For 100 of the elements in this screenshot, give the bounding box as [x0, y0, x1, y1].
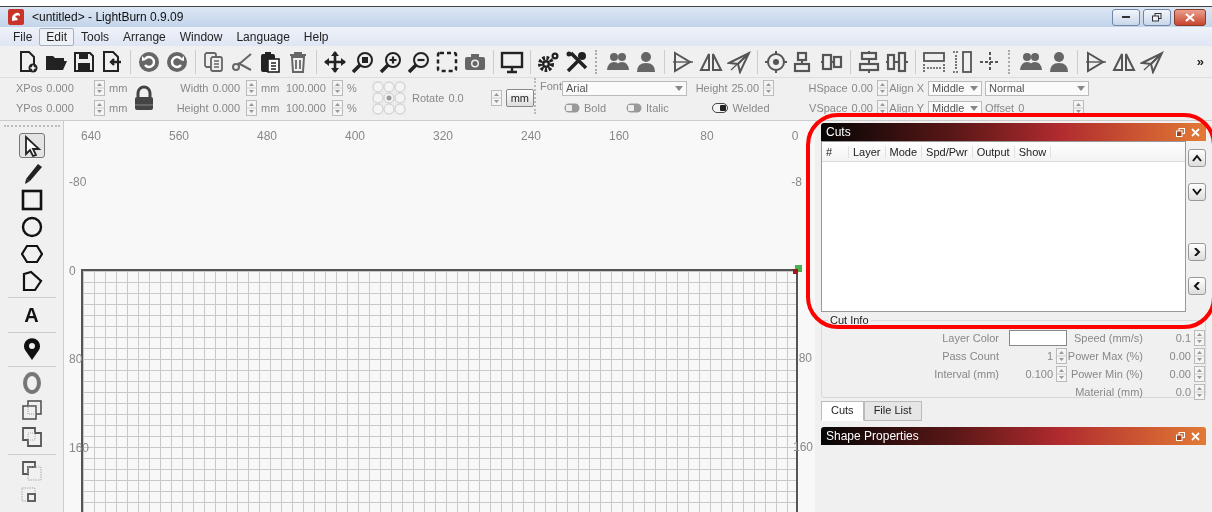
- text-tool[interactable]: A: [18, 302, 45, 328]
- spin-buttons[interactable]: [1056, 366, 1067, 382]
- float-icon[interactable]: [1176, 431, 1185, 441]
- down-chevron-icon: [1192, 188, 1202, 196]
- unit-button[interactable]: mm: [505, 89, 534, 107]
- close-icon[interactable]: [1191, 127, 1200, 137]
- panel-tab[interactable]: Cuts: [821, 401, 864, 421]
- flip-icon[interactable]: [1084, 49, 1108, 74]
- column-header[interactable]: Show: [1014, 145, 1052, 158]
- spin-buttons[interactable]: [490, 90, 502, 106]
- column-header[interactable]: #: [822, 145, 849, 158]
- toggle-switch[interactable]: [712, 103, 729, 113]
- distribute-horizontal-icon[interactable]: [922, 49, 946, 74]
- close-icon[interactable]: [1191, 431, 1200, 441]
- spin-buttons[interactable]: [877, 80, 888, 96]
- spin-buttons[interactable]: [1194, 330, 1205, 346]
- column-header[interactable]: Output: [972, 145, 1015, 158]
- move-down-button[interactable]: [1188, 183, 1206, 201]
- copy-icon[interactable]: [202, 49, 226, 74]
- float-icon[interactable]: [1176, 127, 1185, 137]
- spin-buttons[interactable]: [1194, 366, 1205, 382]
- left-button[interactable]: [1188, 277, 1206, 295]
- zoom-icon[interactable]: [351, 49, 375, 74]
- right-chevron-icon: [1192, 248, 1202, 256]
- hspace-label: HSpace: [808, 82, 848, 94]
- restore-button[interactable]: [1143, 8, 1171, 26]
- field-label: Material (mm): [1074, 386, 1144, 398]
- spin-buttons[interactable]: [1056, 348, 1067, 364]
- panel-tab[interactable]: File List: [863, 401, 922, 421]
- right-button[interactable]: [1188, 243, 1206, 261]
- toggle-switch[interactable]: [564, 103, 580, 113]
- align-columns-icon[interactable]: [885, 49, 909, 74]
- field-label: Interval (mm): [933, 368, 1000, 380]
- lock-icon[interactable]: [134, 85, 154, 111]
- undo-icon[interactable]: [137, 49, 161, 74]
- tools-icon[interactable]: [565, 49, 589, 74]
- menu-item[interactable]: Tools: [74, 27, 117, 46]
- spin-buttons[interactable]: [877, 100, 888, 116]
- menu-item[interactable]: Arrange: [116, 27, 173, 46]
- font-label: Font: [540, 80, 562, 92]
- ruler-label: 0: [69, 263, 76, 278]
- menu-item[interactable]: Edit: [39, 27, 75, 46]
- dashed-square-icon[interactable]: [435, 49, 459, 74]
- move-icon[interactable]: [323, 49, 347, 74]
- save-icon[interactable]: [72, 49, 96, 74]
- union-squares-icon: [20, 426, 43, 449]
- font-dropdown[interactable]: Arial: [562, 80, 687, 96]
- color-swatch[interactable]: [1009, 330, 1067, 346]
- shape-properties-header: Shape Properties: [821, 427, 1206, 445]
- zoom-in-icon[interactable]: [379, 49, 403, 74]
- toggle-switch[interactable]: [626, 103, 643, 113]
- align-dropdown[interactable]: Middle: [928, 80, 982, 96]
- column-header[interactable]: Layer: [849, 145, 886, 158]
- field-label: Speed (mm/s): [1072, 332, 1144, 344]
- paper-plane-icon[interactable]: [1140, 49, 1164, 74]
- zoom-out-icon[interactable]: [407, 49, 431, 74]
- align-rows-icon[interactable]: [857, 49, 881, 74]
- redo-icon[interactable]: [165, 49, 189, 74]
- column-header[interactable]: Spd/Pwr: [922, 145, 973, 158]
- spin-buttons[interactable]: [1073, 100, 1084, 116]
- menu-item[interactable]: File: [6, 27, 40, 46]
- distribute-vertical-icon[interactable]: [950, 49, 974, 74]
- move-up-button[interactable]: [1188, 149, 1206, 167]
- minimize-button[interactable]: [1112, 8, 1140, 26]
- spin-buttons[interactable]: [763, 80, 774, 96]
- monitor-icon[interactable]: [500, 49, 524, 74]
- clipboard-icon[interactable]: [258, 49, 282, 74]
- spin-buttons[interactable]: [332, 100, 343, 116]
- person-icon[interactable]: [634, 49, 658, 74]
- restore-icon: [1152, 12, 1162, 22]
- select-arrow-tool[interactable]: [18, 133, 45, 159]
- spin-buttons[interactable]: [94, 100, 105, 116]
- spin-buttons[interactable]: [246, 80, 257, 96]
- spin-buttons[interactable]: [94, 80, 105, 96]
- text-mode-dropdown[interactable]: Normal: [985, 80, 1089, 96]
- person-icon[interactable]: [1047, 49, 1071, 74]
- column-header[interactable]: Mode: [885, 145, 923, 158]
- hexagon-icon: [20, 242, 43, 265]
- offset-label: Offset: [985, 102, 1015, 114]
- document-arrow-icon[interactable]: [100, 49, 124, 74]
- spin-buttons[interactable]: [1194, 384, 1205, 400]
- paper-plane-icon[interactable]: [727, 49, 751, 74]
- crosshair-icon[interactable]: [764, 49, 788, 74]
- menu-item[interactable]: Window: [172, 27, 230, 46]
- menu-item[interactable]: Language: [229, 27, 297, 46]
- caret-icon: [1077, 85, 1085, 91]
- spin-buttons[interactable]: [332, 80, 343, 96]
- flip-icon[interactable]: [671, 49, 695, 74]
- spin-buttons[interactable]: [246, 100, 257, 116]
- ruler-label: 560: [169, 129, 189, 143]
- xpos-label: XPos: [16, 82, 43, 94]
- field-value: 1: [1046, 350, 1053, 362]
- unit-label: mm: [109, 82, 128, 94]
- toggle-label: Bold: [584, 102, 607, 114]
- close-button[interactable]: [1174, 8, 1206, 26]
- spin-buttons[interactable]: [1194, 348, 1205, 364]
- overflow-button[interactable]: »: [1196, 54, 1204, 69]
- ring-icon: [20, 372, 43, 395]
- ruler-label: -80: [69, 175, 87, 189]
- menu-item[interactable]: Help: [296, 27, 336, 46]
